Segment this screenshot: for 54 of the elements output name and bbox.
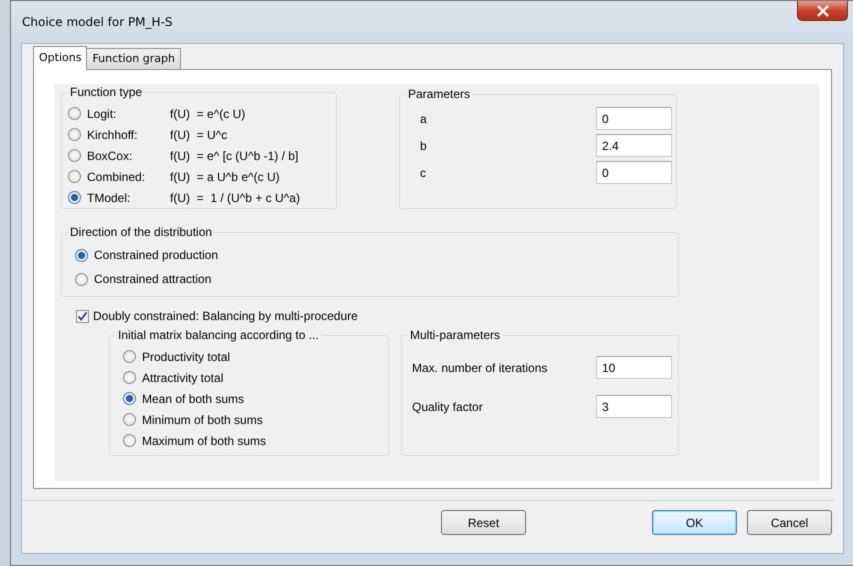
radio-button[interactable] xyxy=(123,413,136,426)
window-title: Choice model for PM_H-S xyxy=(22,15,173,29)
formula-text: f(U) = e^(c U) xyxy=(170,106,246,120)
field-label: c xyxy=(420,166,427,180)
radio-button[interactable] xyxy=(123,371,136,384)
formula-text: f(U) = a U^b e^(c U) xyxy=(170,170,280,184)
checkbox-label: Doubly constrained: Balancing by multi-procedure xyxy=(93,309,358,323)
dialog-button[interactable]: OK xyxy=(652,510,737,535)
option-label: Productivity total xyxy=(142,350,230,364)
option-label: Minimum of both sums xyxy=(142,412,263,426)
option-label: TModel: xyxy=(87,190,132,204)
option-label: Constrained attraction xyxy=(94,272,212,286)
formula-text: f(U) = e^ [c (U^b -1) / b] xyxy=(170,148,298,162)
dialog-button[interactable]: Reset xyxy=(441,510,526,535)
option-label: Constrained production xyxy=(94,248,218,262)
option-label: BoxCox: xyxy=(87,148,134,162)
input-field[interactable]: 10 xyxy=(596,356,672,379)
group-title: Direction of the distribution xyxy=(68,225,214,239)
field-label: Max. number of iterations xyxy=(412,360,548,374)
radio-button[interactable] xyxy=(68,170,81,183)
input-field[interactable]: 2.4 xyxy=(596,134,672,157)
tab[interactable]: Function graph xyxy=(86,48,181,69)
radio-button[interactable] xyxy=(75,248,88,262)
radio-button[interactable] xyxy=(123,350,136,363)
option-label: Mean of both sums xyxy=(142,392,244,406)
radio-button[interactable] xyxy=(68,149,81,162)
radio-button[interactable] xyxy=(68,191,81,204)
option-label: Kirchhoff: xyxy=(87,128,138,142)
input-field[interactable]: 0 xyxy=(596,107,672,130)
field-label: b xyxy=(420,138,428,152)
input-field[interactable]: 3 xyxy=(596,395,672,418)
tab[interactable]: Options xyxy=(33,46,88,70)
group-title: Multi-parameters xyxy=(408,328,502,342)
radio-button[interactable] xyxy=(123,434,136,447)
dialog-button[interactable]: Cancel xyxy=(747,510,832,535)
input-field[interactable]: 0 xyxy=(596,161,672,184)
option-label: Maximum of both sums xyxy=(142,434,266,448)
radio-button[interactable] xyxy=(68,107,81,120)
group-title: Initial matrix balancing according to ... xyxy=(116,328,321,342)
field-label: a xyxy=(420,112,428,126)
radio-button[interactable] xyxy=(75,272,88,286)
option-label: Combined: xyxy=(87,170,146,184)
formula-text: f(U) = 1 / (U^b + c U^a) xyxy=(170,190,300,204)
field-label: Quality factor xyxy=(412,400,484,414)
radio-button[interactable] xyxy=(68,128,81,141)
close-icon xyxy=(816,4,830,16)
close-button[interactable] xyxy=(797,1,848,21)
option-label: Logit: xyxy=(87,106,118,120)
checkbox[interactable] xyxy=(76,310,89,322)
group-title: Parameters xyxy=(406,87,472,101)
option-label: Attractivity total xyxy=(142,370,224,384)
radio-button[interactable] xyxy=(123,392,136,405)
formula-text: f(U) = U^c xyxy=(170,128,228,142)
group-title: Function type xyxy=(68,85,144,99)
